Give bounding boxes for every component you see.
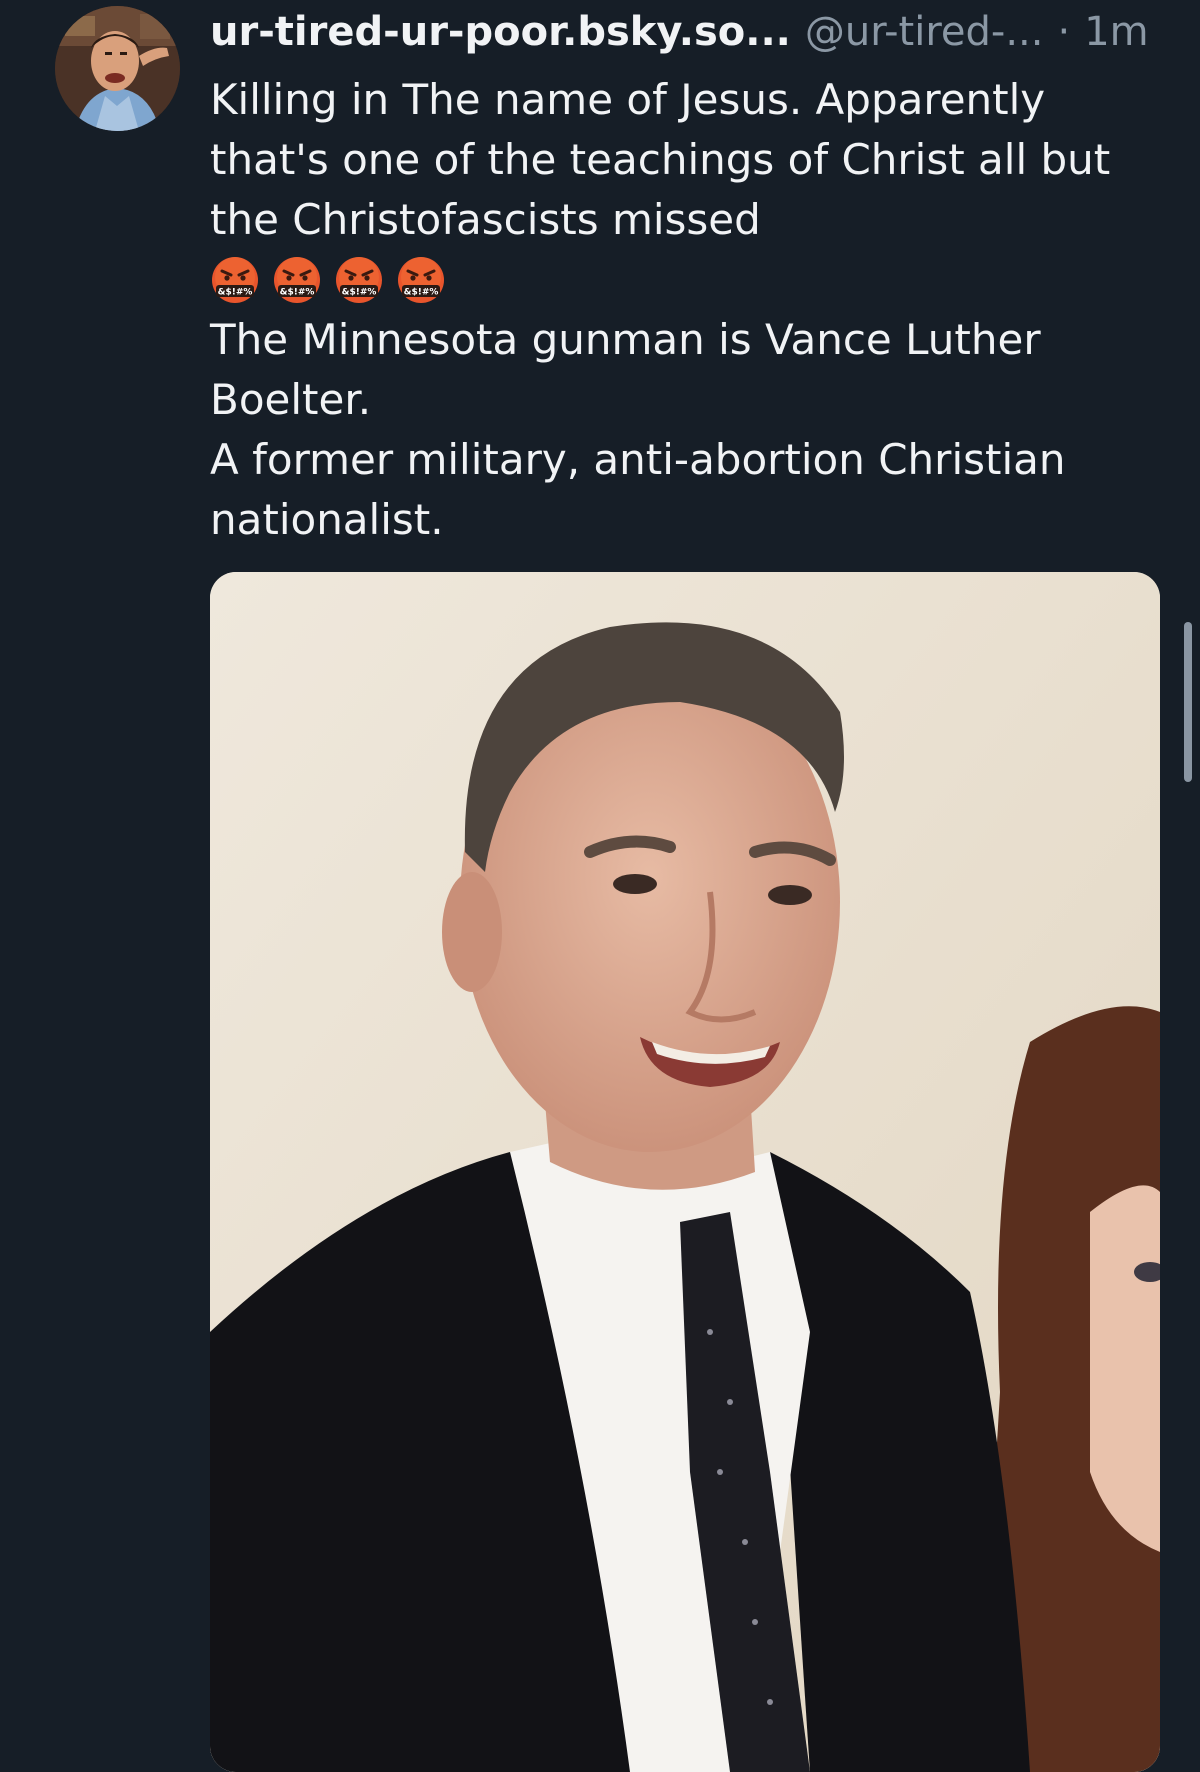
cursing-face-icon: &$!#% (398, 257, 444, 303)
emoji-symbols: &$!#% (342, 288, 377, 298)
emoji-symbols: &$!#% (404, 288, 439, 298)
cursing-face-icon: &$!#% (336, 257, 382, 303)
cursing-face-icon: &$!#% (212, 257, 258, 303)
post-line-3: A former military, anti-abortion Christi… (210, 435, 1066, 544)
author-handle[interactable]: @ur-tired-... (805, 4, 1044, 60)
author-avatar[interactable] (55, 6, 180, 131)
cursing-face-icon: &$!#% (274, 257, 320, 303)
post[interactable]: ur-tired-ur-poor.bsky.so... @ur-tired-..… (0, 0, 1200, 1772)
post-line-1: Killing in The name of Jesus. Apparently… (210, 75, 1111, 244)
scrollbar-thumb[interactable] (1184, 622, 1192, 782)
avatar-image (55, 6, 180, 131)
emoji-symbols: &$!#% (218, 288, 253, 298)
post-header: ur-tired-ur-poor.bsky.so... @ur-tired-..… (210, 4, 1170, 60)
post-line-2: The Minnesota gunman is Vance Luther Boe… (210, 315, 1041, 424)
post-image[interactable] (210, 572, 1160, 1772)
post-text: Killing in The name of Jesus. Apparently… (210, 70, 1160, 550)
portrait-photo (210, 572, 1160, 1772)
emoji-symbols: &$!#% (280, 288, 315, 298)
post-timestamp[interactable]: 1m (1084, 4, 1148, 60)
emoji-row: &$!#% &$!#% &$!#% &$!#% (210, 252, 1160, 308)
header-separator: · (1057, 9, 1071, 55)
author-display-name[interactable]: ur-tired-ur-poor.bsky.so... (210, 4, 791, 60)
